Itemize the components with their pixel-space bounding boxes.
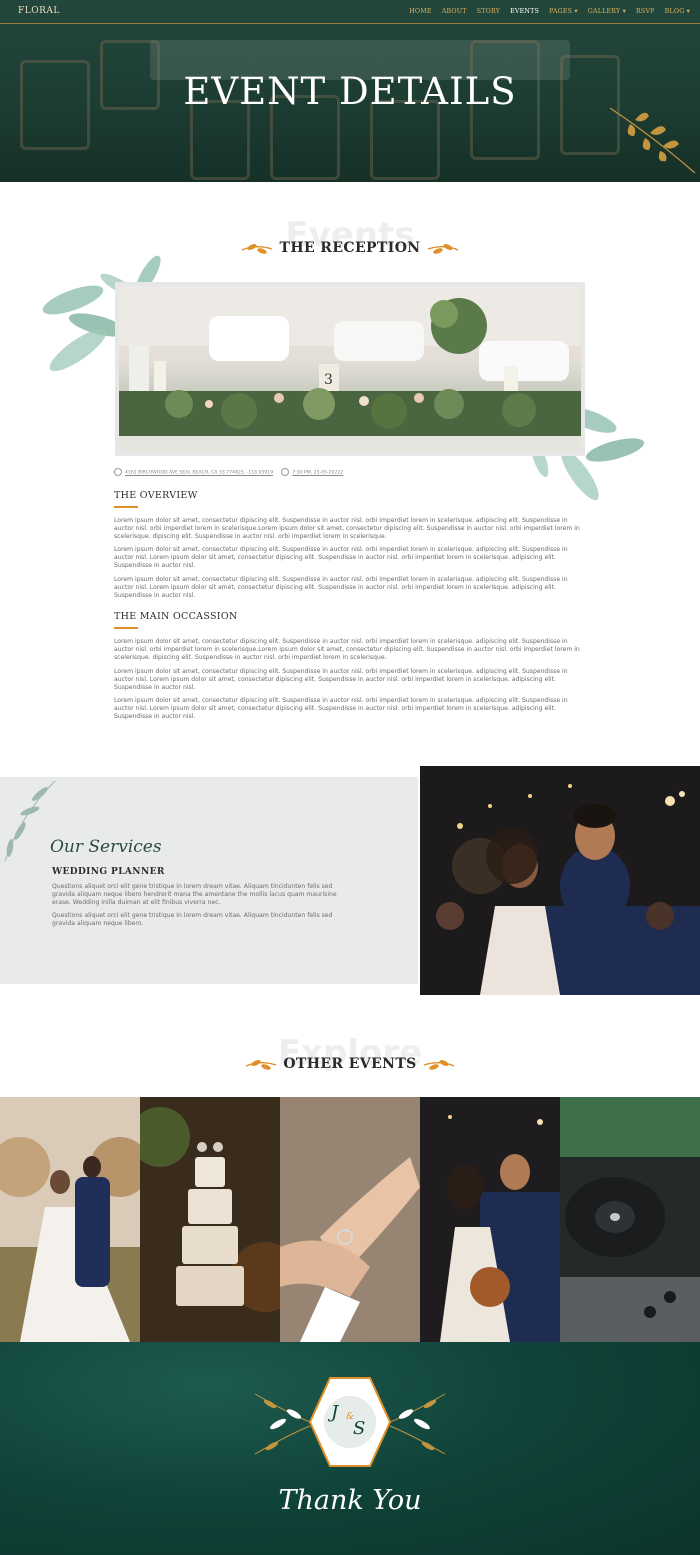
reception-heading: Events THE RECEPTION (0, 218, 700, 258)
other-events-title-row: OTHER EVENTS (0, 1056, 700, 1072)
services-paragraph-2: Questions aliquet orci elit gene tristiq… (52, 912, 333, 927)
reception-photo: 3 (115, 282, 585, 456)
event-tile-rings[interactable] (280, 1097, 420, 1342)
nav-item-events[interactable]: EVENTS (510, 8, 539, 15)
reception-table-illustration: 3 (119, 286, 581, 452)
occasion-paragraph-3: Lorem ipsum dolor sit amet, consectetur … (114, 697, 568, 720)
occasion-underline (114, 627, 138, 629)
nav-item-about[interactable]: ABOUT (442, 8, 467, 15)
nav-item-story[interactable]: STORY (477, 8, 500, 15)
nav-item-blog[interactable]: BLOG ▾ (665, 8, 690, 15)
event-tile-dj[interactable] (560, 1097, 700, 1342)
overview-paragraph-1: Lorem ipsum dolor sit amet, consectetur … (114, 517, 580, 540)
nav-item-home[interactable]: HOME (409, 8, 432, 15)
svg-text:3: 3 (324, 372, 333, 388)
hero-banner: FLORAL HOME ABOUT STORY EVENTS PAGES ▾ G… (0, 0, 700, 182)
location-pin-icon (114, 468, 122, 476)
location-meta: 4161 BIRCHWOOD AVE SEAL BEACH, CA 33.774… (114, 468, 273, 476)
nav-menu: HOME ABOUT STORY EVENTS PAGES ▾ GALLERY … (409, 8, 690, 15)
monogram: J & S (325, 1400, 375, 1446)
event-tile-ceremony[interactable] (0, 1097, 140, 1342)
time-meta: 7:30 PM, 25-05-20222 (281, 468, 343, 476)
right-leaf-ornament-icon (423, 1060, 455, 1070)
overview-paragraph-2: Lorem ipsum dolor sit amet, consectetur … (114, 546, 568, 569)
right-leaf-ornament-icon (427, 244, 459, 254)
event-tile-celebration[interactable] (420, 1097, 560, 1342)
event-meta: 4161 BIRCHWOOD AVE SEAL BEACH, CA 33.774… (114, 468, 343, 476)
occasion-title: THE MAIN OCCASSION (114, 611, 238, 622)
thank-you-text: Thank You (278, 1485, 422, 1516)
event-tile-cake[interactable] (140, 1097, 280, 1342)
monogram-letter-left: J (331, 1402, 339, 1423)
left-leaf-ornament-icon (245, 1060, 277, 1070)
reception-title-row: THE RECEPTION (0, 240, 700, 256)
reception-title: THE RECEPTION (279, 240, 421, 256)
services-panel (0, 777, 418, 984)
site-logo[interactable]: FLORAL (18, 6, 60, 16)
top-nav: FLORAL HOME ABOUT STORY EVENTS PAGES ▾ G… (0, 0, 700, 24)
event-address[interactable]: 4161 BIRCHWOOD AVE SEAL BEACH, CA 33.774… (125, 471, 273, 476)
overview-underline (114, 506, 138, 508)
nav-item-gallery[interactable]: GALLERY ▾ (588, 8, 626, 15)
monogram-letter-right: S (353, 1418, 366, 1439)
page: FLORAL HOME ABOUT STORY EVENTS PAGES ▾ G… (0, 0, 700, 1555)
other-events-gallery (0, 1097, 700, 1342)
other-events-title: OTHER EVENTS (283, 1056, 417, 1072)
other-events-heading: Explore OTHER EVENTS (0, 1036, 700, 1076)
occasion-paragraph-1: Lorem ipsum dolor sit amet, consectetur … (114, 638, 580, 661)
gold-leaf-ornament-icon (609, 107, 696, 174)
occasion-paragraph-2: Lorem ipsum dolor sit amet, consectetur … (114, 668, 568, 691)
services-script-title: Our Services (50, 837, 162, 857)
event-datetime: 7:30 PM, 25-05-20222 (292, 470, 344, 476)
left-leaf-ornament-icon (241, 244, 273, 254)
page-title: EVENT DETAILS (183, 70, 517, 113)
nav-item-rsvp[interactable]: RSVP (636, 8, 655, 15)
clock-icon (281, 468, 290, 476)
overview-title: THE OVERVIEW (114, 490, 198, 501)
services-paragraph-1: Questions aliquet orci elit gene tristiq… (52, 883, 337, 906)
couple-dancing-photo (420, 766, 700, 995)
overview-paragraph-3: Lorem ipsum dolor sit amet, consectetur … (114, 576, 568, 599)
nav-item-pages[interactable]: PAGES ▾ (549, 8, 578, 15)
services-title: WEDDING PLANNER (52, 867, 165, 877)
